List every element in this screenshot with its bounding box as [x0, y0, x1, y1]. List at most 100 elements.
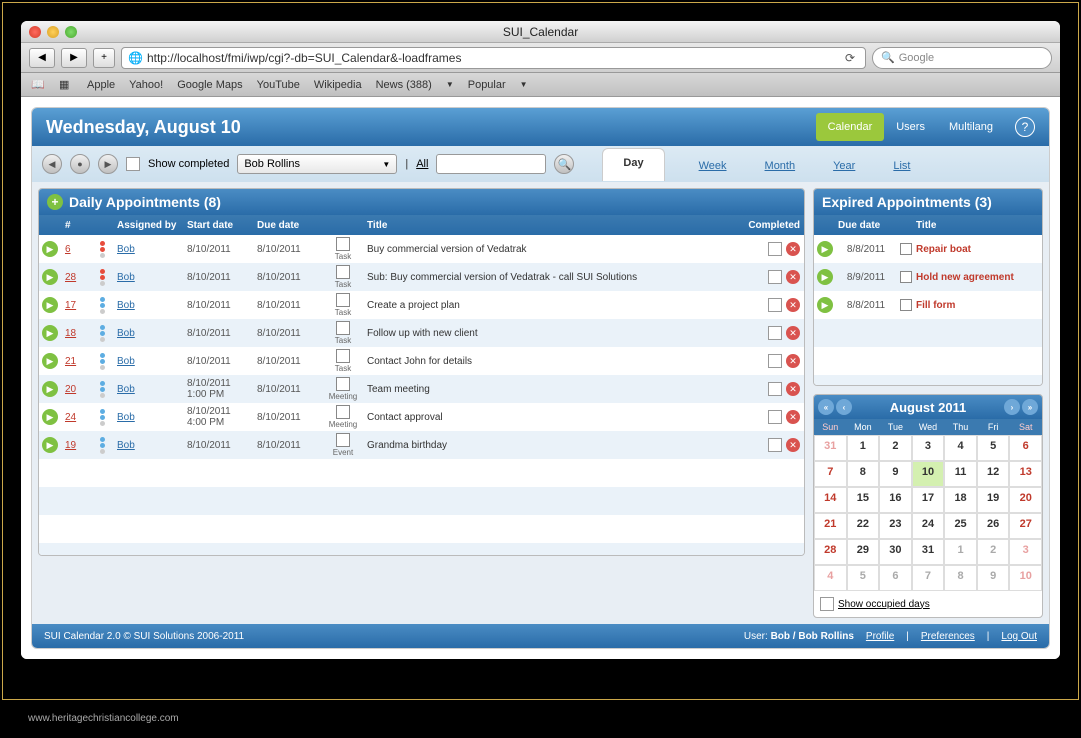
assigned-by[interactable]: Bob — [113, 412, 183, 423]
row-number[interactable]: 21 — [61, 356, 91, 367]
calendar-day[interactable]: 31 — [814, 435, 847, 461]
show-occupied-checkbox[interactable] — [820, 597, 834, 611]
calendar-day[interactable]: 18 — [944, 487, 977, 513]
user-dropdown[interactable]: Bob Rollins ▼ — [237, 154, 397, 174]
row-number[interactable]: 28 — [61, 272, 91, 283]
calendar-day[interactable]: 15 — [847, 487, 880, 513]
row-number[interactable]: 20 — [61, 384, 91, 395]
tab-users[interactable]: Users — [884, 113, 937, 141]
completed-checkbox[interactable] — [768, 298, 782, 312]
assigned-by[interactable]: Bob — [113, 384, 183, 395]
calendar-day[interactable]: 1 — [847, 435, 880, 461]
calendar-day[interactable]: 3 — [1009, 539, 1042, 565]
calendar-day[interactable]: 8 — [944, 565, 977, 591]
bookmark-popular[interactable]: Popular — [468, 79, 506, 91]
calendar-day[interactable]: 6 — [1009, 435, 1042, 461]
calendar-day[interactable]: 9 — [977, 565, 1010, 591]
delete-button[interactable]: ✕ — [786, 382, 800, 396]
search-button[interactable]: 🔍 — [554, 154, 574, 174]
delete-button[interactable]: ✕ — [786, 326, 800, 340]
calendar-day[interactable]: 1 — [944, 539, 977, 565]
help-button[interactable]: ? — [1015, 117, 1035, 137]
completed-checkbox[interactable] — [768, 382, 782, 396]
nav-today-button[interactable]: ● — [70, 154, 90, 174]
calendar-day[interactable]: 25 — [944, 513, 977, 539]
completed-checkbox[interactable] — [768, 242, 782, 256]
go-button[interactable]: ▶ — [42, 409, 58, 425]
refresh-icon[interactable]: ⟳ — [841, 51, 859, 65]
calendar-day[interactable]: 2 — [879, 435, 912, 461]
bookmark-apple[interactable]: Apple — [87, 79, 115, 91]
row-number[interactable]: 6 — [61, 244, 91, 255]
assigned-by[interactable]: Bob — [113, 440, 183, 451]
logout-link[interactable]: Log Out — [1001, 631, 1037, 642]
view-day[interactable]: Day — [602, 148, 664, 181]
delete-button[interactable]: ✕ — [786, 438, 800, 452]
nav-next-button[interactable]: ▶ — [98, 154, 118, 174]
calendar-day[interactable]: 3 — [912, 435, 945, 461]
go-button[interactable]: ▶ — [42, 325, 58, 341]
calendar-day[interactable]: 21 — [814, 513, 847, 539]
calendar-day[interactable]: 4 — [944, 435, 977, 461]
back-button[interactable]: ◀ — [29, 48, 55, 68]
calendar-day[interactable]: 8 — [847, 461, 880, 487]
reading-list-icon[interactable]: 📖 — [31, 78, 45, 92]
go-button[interactable]: ▶ — [817, 269, 833, 285]
year-next-button[interactable]: » — [1022, 399, 1038, 415]
completed-checkbox[interactable] — [768, 354, 782, 368]
go-button[interactable]: ▶ — [42, 437, 58, 453]
calendar-day[interactable]: 2 — [977, 539, 1010, 565]
completed-checkbox[interactable] — [768, 326, 782, 340]
go-button[interactable]: ▶ — [42, 241, 58, 257]
calendar-day[interactable]: 13 — [1009, 461, 1042, 487]
calendar-day[interactable]: 4 — [814, 565, 847, 591]
go-button[interactable]: ▶ — [817, 241, 833, 257]
calendar-day[interactable]: 17 — [912, 487, 945, 513]
calendar-day[interactable]: 22 — [847, 513, 880, 539]
calendar-day[interactable]: 23 — [879, 513, 912, 539]
calendar-day[interactable]: 20 — [1009, 487, 1042, 513]
calendar-day[interactable]: 31 — [912, 539, 945, 565]
view-month[interactable]: Month — [761, 152, 800, 180]
bookmark-googlemaps[interactable]: Google Maps — [177, 79, 242, 91]
calendar-day[interactable]: 14 — [814, 487, 847, 513]
view-list[interactable]: List — [889, 152, 914, 180]
delete-button[interactable]: ✕ — [786, 354, 800, 368]
calendar-day[interactable]: 12 — [977, 461, 1010, 487]
tab-calendar[interactable]: Calendar — [816, 113, 885, 141]
calendar-day[interactable]: 7 — [814, 461, 847, 487]
calendar-day[interactable]: 5 — [977, 435, 1010, 461]
bookmark-wikipedia[interactable]: Wikipedia — [314, 79, 362, 91]
go-button[interactable]: ▶ — [817, 297, 833, 313]
calendar-day[interactable]: 26 — [977, 513, 1010, 539]
calendar-day[interactable]: 5 — [847, 565, 880, 591]
completed-checkbox[interactable] — [768, 270, 782, 284]
year-prev-button[interactable]: « — [818, 399, 834, 415]
delete-button[interactable]: ✕ — [786, 410, 800, 424]
show-occupied-label[interactable]: Show occupied days — [838, 599, 930, 610]
month-next-button[interactable]: › — [1004, 399, 1020, 415]
assigned-by[interactable]: Bob — [113, 244, 183, 255]
url-bar[interactable]: 🌐 http://localhost/fmi/iwp/cgi?-db=SUI_C… — [121, 47, 866, 69]
all-link[interactable]: All — [416, 158, 428, 170]
show-completed-checkbox[interactable] — [126, 157, 140, 171]
go-button[interactable]: ▶ — [42, 381, 58, 397]
calendar-day[interactable]: 6 — [879, 565, 912, 591]
search-field[interactable] — [436, 154, 546, 174]
profile-link[interactable]: Profile — [866, 631, 894, 642]
preferences-link[interactable]: Preferences — [921, 631, 975, 642]
calendar-day[interactable]: 11 — [944, 461, 977, 487]
calendar-day[interactable]: 7 — [912, 565, 945, 591]
completed-checkbox[interactable] — [768, 410, 782, 424]
calendar-day[interactable]: 10 — [1009, 565, 1042, 591]
nav-prev-button[interactable]: ◀ — [42, 154, 62, 174]
go-button[interactable]: ▶ — [42, 353, 58, 369]
search-input[interactable]: 🔍 Google — [872, 47, 1052, 69]
add-appointment-button[interactable]: + — [47, 194, 63, 210]
row-number[interactable]: 19 — [61, 440, 91, 451]
view-year[interactable]: Year — [829, 152, 859, 180]
tab-multilang[interactable]: Multilang — [937, 113, 1005, 141]
calendar-day[interactable]: 16 — [879, 487, 912, 513]
bookmark-news[interactable]: News (388) — [376, 79, 432, 91]
calendar-day[interactable]: 9 — [879, 461, 912, 487]
